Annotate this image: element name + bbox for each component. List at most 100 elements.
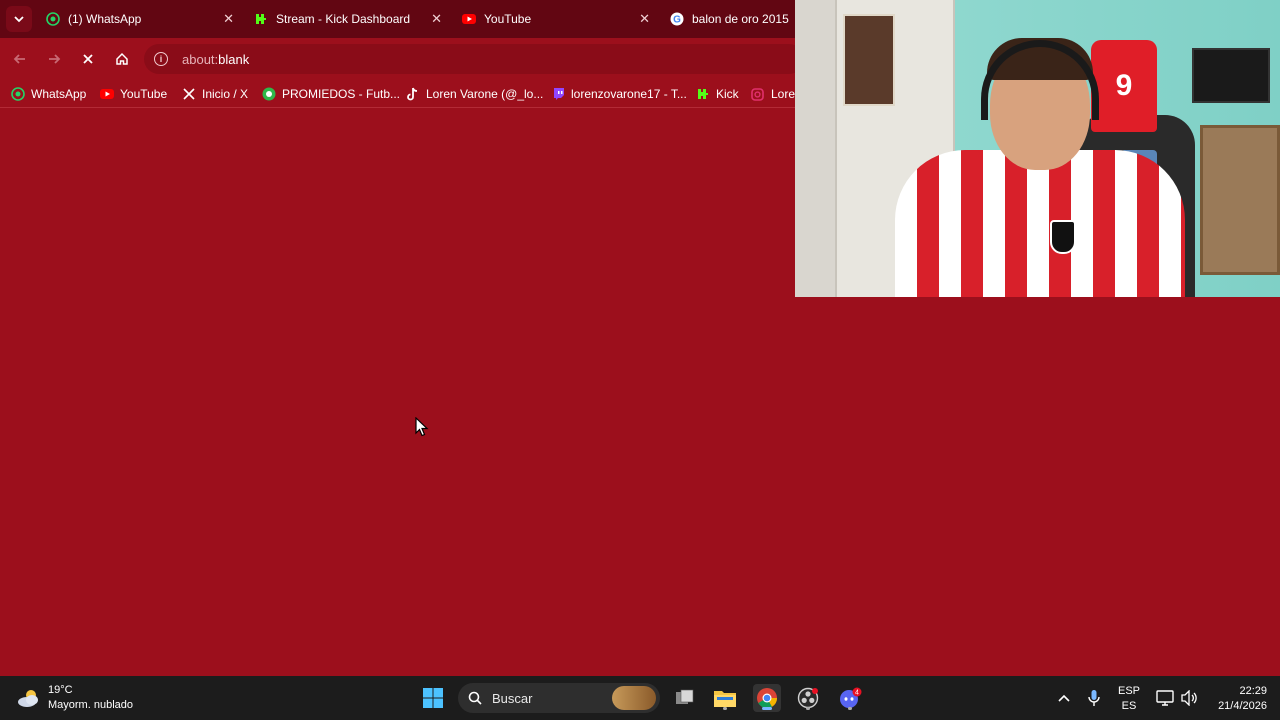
bookmark-whatsapp[interactable]: WhatsApp <box>11 85 86 103</box>
bookmark-twitch[interactable]: lorenzovarone17 - T... <box>551 85 687 103</box>
x-icon <box>182 87 196 101</box>
discord-badge-count: 4 <box>855 690 859 697</box>
start-button[interactable] <box>419 684 447 712</box>
clock-time: 22:29 <box>1239 685 1267 697</box>
bookmark-label: Inicio / X <box>202 87 249 101</box>
webcam-shirt-crest <box>1050 220 1076 254</box>
close-icon[interactable]: ✕ <box>223 11 234 27</box>
chevron-down-icon <box>14 16 24 23</box>
home-icon <box>116 52 128 65</box>
task-view-button[interactable] <box>671 684 699 712</box>
arrow-right-icon <box>49 54 61 64</box>
show-hidden-icons-button[interactable] <box>1050 684 1078 712</box>
webcam-tv <box>1192 48 1270 103</box>
bookmark-label: PROMIEDOS - Futb... <box>282 87 401 101</box>
svg-text:G: G <box>673 15 681 26</box>
home-button[interactable] <box>109 46 135 72</box>
running-indicator <box>848 707 852 710</box>
bookmark-label: WhatsApp <box>31 87 87 101</box>
search-icon <box>468 691 482 705</box>
discord-icon: 4 <box>840 687 862 708</box>
weather-widget[interactable]: 19°C Mayorm. nublado <box>16 683 133 713</box>
promiedos-icon <box>262 87 276 101</box>
bookmark-instagram[interactable]: Lore <box>751 85 795 103</box>
chrome-button[interactable] <box>753 684 781 712</box>
instagram-icon <box>751 87 765 101</box>
kick-icon <box>696 87 710 101</box>
bookmark-label: Lore <box>770 87 795 101</box>
task-view-icon <box>676 689 694 704</box>
partly-cloudy-icon <box>16 687 42 709</box>
tab-youtube[interactable]: YouTube ✕ <box>452 4 660 34</box>
file-explorer-button[interactable] <box>711 684 739 712</box>
bookmark-label: lorenzovarone17 - T... <box>571 87 687 101</box>
whatsapp-icon <box>46 12 60 26</box>
webcam-poster <box>843 14 895 106</box>
bookmark-label: Loren Varone (@_lo... <box>426 87 544 101</box>
twitch-icon <box>551 87 565 101</box>
language-code: ESP <box>1117 685 1140 697</box>
speaker-icon <box>1181 690 1197 706</box>
address-bar[interactable]: i about: blank <box>144 44 804 74</box>
keyboard-layout: ES <box>1121 700 1137 712</box>
running-indicator <box>723 707 727 710</box>
volume-button[interactable] <box>1175 684 1203 712</box>
tab-kick-dashboard[interactable]: Stream - Kick Dashboard ✕ <box>244 4 452 34</box>
forward-button[interactable] <box>41 46 67 72</box>
windows-taskbar: 19°C Mayorm. nublado Buscar 4 ESP ES 22:… <box>0 676 1280 720</box>
tab-whatsapp[interactable]: (1) WhatsApp ✕ <box>36 4 244 34</box>
close-icon[interactable]: ✕ <box>431 11 442 27</box>
microphone-icon <box>1088 690 1100 706</box>
bookmark-youtube[interactable]: YouTube <box>100 85 167 103</box>
back-button[interactable] <box>7 46 33 72</box>
weather-temperature: 19°C <box>48 684 73 696</box>
tab-search-button[interactable] <box>6 6 32 32</box>
whatsapp-icon <box>11 87 25 101</box>
tab-title: Stream - Kick Dashboard <box>276 12 411 26</box>
stop-loading-button[interactable] <box>75 46 101 72</box>
folder-icon <box>714 691 736 707</box>
google-icon: G <box>670 12 684 26</box>
youtube-icon <box>100 87 114 101</box>
taskbar-search[interactable]: Buscar <box>458 683 660 713</box>
windows-logo-icon <box>423 688 443 708</box>
arrow-left-icon <box>13 54 25 64</box>
url-scheme: about: <box>182 51 219 67</box>
close-icon[interactable]: ✕ <box>639 11 650 27</box>
tab-title: YouTube <box>484 12 532 26</box>
info-icon[interactable]: i <box>154 52 168 66</box>
chevron-up-icon <box>1058 694 1070 702</box>
bookmark-label: Kick <box>716 87 739 101</box>
search-placeholder: Buscar <box>492 690 533 706</box>
obs-button[interactable] <box>794 684 822 712</box>
input-language-indicator[interactable]: ESP ES <box>1114 684 1144 714</box>
obs-icon <box>797 687 819 709</box>
tab-google-search[interactable]: G balon de oro 2015 - B <box>660 4 800 34</box>
network-icon <box>1156 690 1174 706</box>
tiktok-icon <box>406 87 420 101</box>
bookmark-kick[interactable]: Kick <box>696 85 739 103</box>
mouse-cursor-icon <box>415 417 429 437</box>
search-highlight-image <box>612 686 656 710</box>
kick-icon <box>254 12 268 26</box>
clock[interactable]: 22:29 21/4/2026 <box>1205 684 1267 714</box>
clock-date: 21/4/2026 <box>1218 700 1267 712</box>
webcam-overlay: 9 <box>795 0 1280 297</box>
running-indicator <box>806 707 810 710</box>
youtube-icon <box>462 12 476 26</box>
bookmark-tiktok[interactable]: Loren Varone (@_lo... <box>406 85 543 103</box>
chrome-icon <box>757 688 778 709</box>
bookmark-promiedos[interactable]: PROMIEDOS - Futb... <box>262 85 400 103</box>
webcam-shelf <box>1200 125 1280 275</box>
close-icon <box>83 54 93 64</box>
discord-button[interactable]: 4 <box>836 684 864 712</box>
bookmark-x[interactable]: Inicio / X <box>182 85 248 103</box>
weather-description: Mayorm. nublado <box>48 699 133 711</box>
webcam-person-shirt <box>895 150 1185 297</box>
bookmark-label: YouTube <box>120 87 168 101</box>
webcam-hanging-jersey: 9 <box>1091 40 1157 132</box>
tab-title: (1) WhatsApp <box>68 12 142 26</box>
active-indicator <box>762 707 772 710</box>
microphone-button[interactable] <box>1080 684 1108 712</box>
url-host: blank <box>218 51 250 67</box>
